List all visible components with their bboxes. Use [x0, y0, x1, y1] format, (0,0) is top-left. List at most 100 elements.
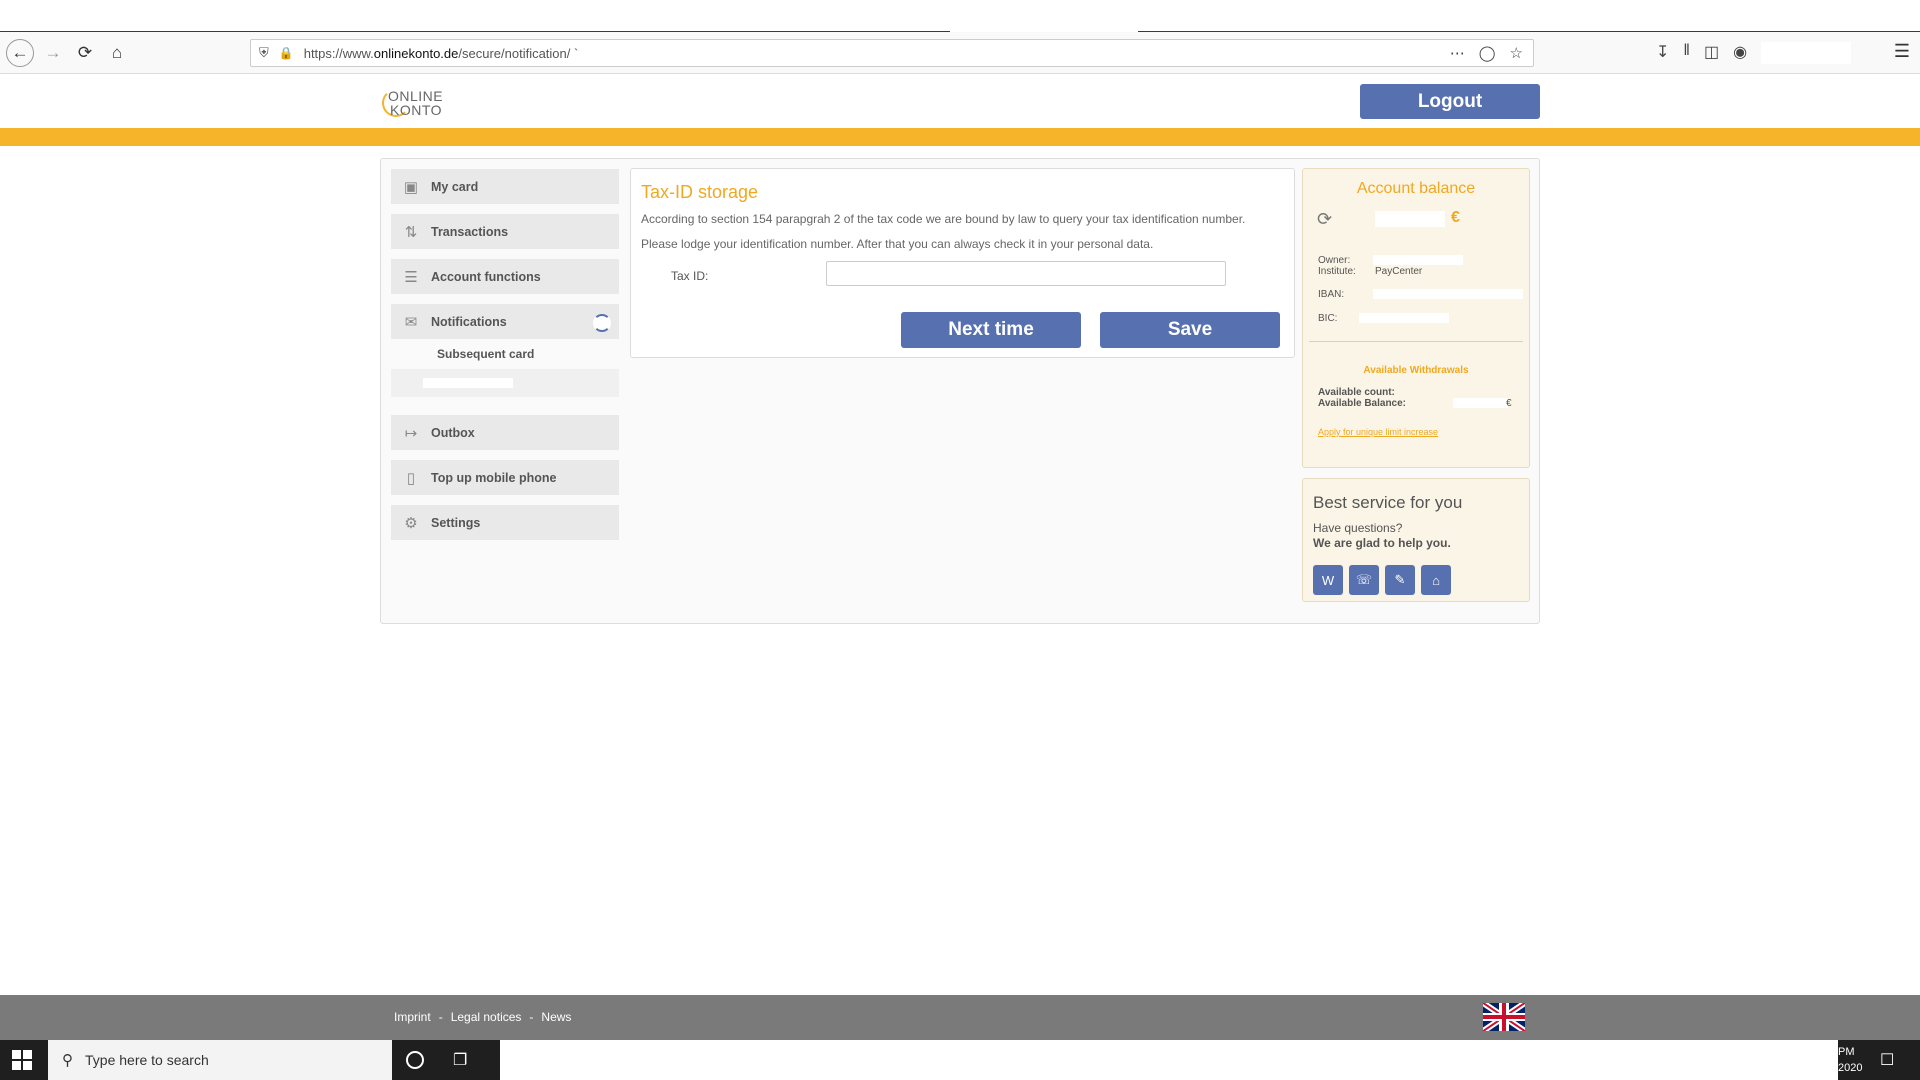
iban-label: IBAN: — [1318, 289, 1345, 300]
bookmark-star-icon[interactable]: ☆ — [1510, 44, 1523, 62]
lock-icon[interactable]: 🔒 — [279, 46, 294, 60]
service-question: Have questions? — [1313, 521, 1403, 535]
notification-center-icon[interactable]: ☐ — [1880, 1050, 1894, 1070]
owner-label: Owner: — [1318, 255, 1351, 266]
home-icon[interactable]: ⌂ — [104, 40, 130, 66]
hamburger-menu-icon[interactable]: ☰ — [1894, 41, 1910, 62]
imprint-link[interactable]: Imprint — [394, 1010, 431, 1024]
available-count-label: Available count: — [1318, 387, 1395, 398]
form-icon[interactable]: ✎ — [1385, 565, 1415, 595]
back-arrow-icon[interactable]: ← — [6, 39, 34, 67]
owner-redacted — [1373, 255, 1463, 265]
reload-icon[interactable]: ⟳ — [72, 40, 98, 66]
home-icon[interactable]: ⌂ — [1421, 565, 1451, 595]
forward-arrow-icon[interactable]: → — [40, 40, 66, 66]
sidebar-subitem-subsequent-card[interactable]: Subsequent card — [391, 339, 619, 369]
legal-notices-link[interactable]: Legal notices — [451, 1010, 522, 1024]
gear-icon: ⚙ — [404, 514, 418, 532]
account-icon[interactable]: ◉ — [1733, 42, 1747, 64]
account-balance-title: Account balance — [1356, 180, 1476, 197]
sidebar-item-outbox[interactable]: ↦ Outbox — [391, 415, 619, 450]
balance-redacted — [1375, 211, 1445, 227]
loading-spinner-icon — [593, 314, 611, 332]
clock-line2: 2020 — [1838, 1062, 1863, 1074]
sidebar-item-settings[interactable]: ⚙ Settings — [391, 505, 619, 540]
bic-label: BIC: — [1318, 313, 1338, 324]
browser-tab-active[interactable] — [950, 0, 1138, 33]
taxid-paragraph-2: Please lodge your identification number.… — [641, 237, 1154, 251]
search-icon: ⚲ — [62, 1052, 73, 1069]
onlinekonto-logo[interactable]: ONLINE KONTO — [382, 85, 462, 121]
sidebar-item-transactions[interactable]: ⇅ Transactions — [391, 214, 619, 249]
withdrawals-title: Available Withdrawals — [1363, 365, 1469, 376]
refresh-icon[interactable]: ⟳ — [1317, 209, 1332, 230]
sidebar-toggle-icon[interactable]: ◫ — [1704, 42, 1719, 64]
redacted-block — [423, 378, 513, 388]
taxid-paragraph-1: According to section 154 parapgrah 2 of … — [641, 212, 1246, 226]
taxid-panel: Tax-ID storage According to section 154 … — [630, 168, 1295, 358]
phone-support-icon[interactable]: ☏ — [1349, 565, 1379, 595]
available-balance-currency: € — [1506, 398, 1512, 409]
sidebar-item-label: Outbox — [431, 425, 475, 440]
taskbar-clock[interactable]: PM 2020 — [1838, 1044, 1862, 1076]
browser-tabstrip — [0, 0, 1920, 33]
page-footer: Imprint - Legal notices - News — [0, 995, 1920, 1040]
next-time-button[interactable]: Next time — [901, 312, 1081, 348]
footer-separator: - — [529, 1010, 534, 1024]
save-button[interactable]: Save — [1100, 312, 1280, 348]
uk-flag-icon[interactable] — [1483, 1003, 1525, 1031]
news-link[interactable]: News — [541, 1010, 571, 1024]
shield-icon[interactable]: ⛨ — [259, 45, 269, 61]
service-glad: We are glad to help you. — [1313, 536, 1451, 550]
cortana-icon[interactable] — [406, 1051, 424, 1069]
phone-icon: ▯ — [406, 469, 416, 487]
windows-start-icon[interactable] — [12, 1050, 32, 1070]
service-title: Best service for you — [1313, 493, 1463, 512]
download-icon[interactable]: ↧ — [1656, 42, 1669, 64]
institute-value: PayCenter — [1375, 266, 1423, 277]
sidebar: ▣ My card ⇅ Transactions ☰ Account funct… — [391, 169, 619, 550]
wiki-icon[interactable]: W — [1313, 565, 1343, 595]
page-header: ONLINE KONTO Logout — [0, 75, 1920, 128]
address-bar[interactable]: ⛨ 🔒 https://www.onlinekonto.de/secure/no… — [250, 39, 1534, 67]
iban-redacted — [1373, 289, 1523, 299]
clock-line1: PM — [1838, 1046, 1855, 1058]
more-actions-icon[interactable]: ⋯ — [1450, 44, 1465, 62]
limit-increase-link[interactable]: Apply for unique limit increase — [1318, 427, 1438, 437]
envelope-icon: ✉ — [404, 313, 418, 331]
card-icon: ▣ — [403, 178, 419, 196]
logout-button[interactable]: Logout — [1360, 84, 1540, 119]
taxid-input[interactable] — [826, 261, 1226, 286]
outbox-icon: ↦ — [404, 424, 418, 442]
sidebar-item-label: Top up mobile phone — [431, 470, 557, 485]
sidebar-subitem-label: Subsequent card — [437, 347, 535, 361]
sidebar-item-label: Settings — [431, 515, 481, 530]
taskbar-search[interactable]: ⚲ Type here to search — [48, 1040, 392, 1080]
balance-currency: € — [1451, 209, 1460, 226]
taskbar-blank — [500, 1040, 1838, 1080]
pocket-icon[interactable]: ◯ — [1479, 44, 1496, 62]
taxid-title: Tax-ID storage — [641, 182, 759, 202]
orange-divider — [0, 128, 1920, 146]
sidebar-item-label: Account functions — [431, 269, 541, 284]
sidebar-subitem-redacted[interactable] — [391, 369, 619, 397]
sidebar-item-label: My card — [431, 179, 479, 194]
account-divider — [1309, 341, 1523, 342]
logo-line2: KONTO — [390, 102, 443, 118]
sidebar-item-label: Transactions — [431, 224, 509, 239]
institute-label: Institute: — [1318, 266, 1356, 277]
list-icon: ☰ — [404, 268, 418, 286]
browser-navbar: ← → ⟳ ⌂ ⛨ 🔒 https://www.onlinekonto.de/s… — [0, 32, 1920, 74]
url-text: https://www.onlinekonto.de/secure/notifi… — [303, 45, 579, 61]
windows-taskbar: ⚲ Type here to search ❐ PM 2020 ☐ — [0, 1040, 1920, 1080]
library-icon[interactable]: ‖ — [1683, 42, 1690, 64]
task-view-icon[interactable]: ❐ — [453, 1050, 467, 1070]
sidebar-item-account-functions[interactable]: ☰ Account functions — [391, 259, 619, 294]
service-panel: Best service for you Have questions? We … — [1302, 478, 1530, 602]
account-balance-panel: Account balance ⟳ € Owner: Institute: Pa… — [1302, 168, 1530, 468]
footer-separator: - — [438, 1010, 443, 1024]
sidebar-item-top-up-mobile[interactable]: ▯ Top up mobile phone — [391, 460, 619, 495]
toolbar-blank — [1761, 42, 1852, 64]
sidebar-item-notifications[interactable]: ✉ Notifications — [391, 304, 619, 339]
sidebar-item-my-card[interactable]: ▣ My card — [391, 169, 619, 204]
